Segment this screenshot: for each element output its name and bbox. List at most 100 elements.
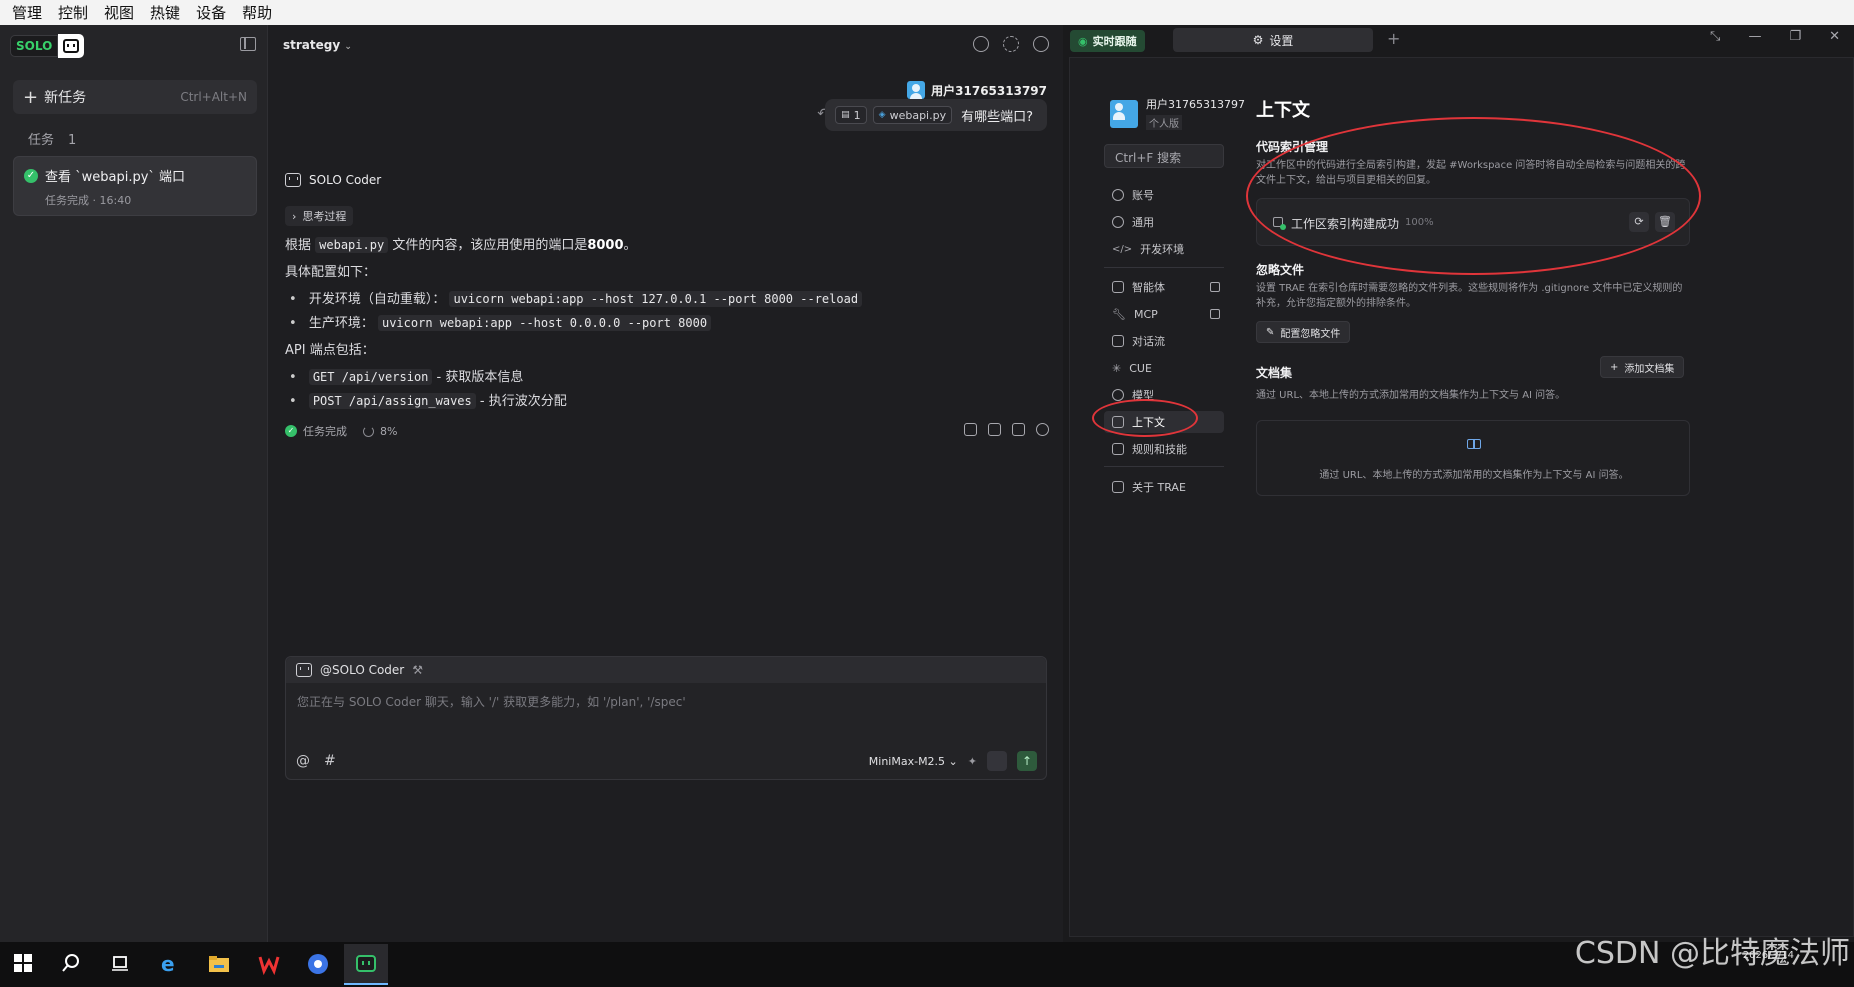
tab-live-follow[interactable]: ◉ 实时跟随 bbox=[1070, 30, 1145, 52]
right-pane: ◉ 实时跟随 ⚙ 设置 + ⤡ — ❐ ✕ 用户31765313797 个人版 bbox=[1063, 25, 1854, 942]
file-chip-label: webapi.py bbox=[889, 108, 947, 122]
model-selector[interactable]: MiniMax-M2.5 ⌄ bbox=[869, 755, 958, 768]
external-link-icon bbox=[1210, 282, 1220, 292]
task-item[interactable]: ✓ 查看 `webapi.py` 端口 任务完成 · 16:40 bbox=[13, 156, 257, 216]
settings-panel: 用户31765313797 个人版 Ctrl+F 搜索 账号 通用 </> 开发环… bbox=[1069, 57, 1854, 937]
tasks-label: 任务 bbox=[28, 133, 55, 148]
solo-logo-icon bbox=[58, 34, 85, 58]
context-count: 1 bbox=[853, 108, 861, 122]
nav-conversation-flow[interactable]: 对话流 bbox=[1104, 330, 1224, 352]
nav-general[interactable]: 通用 bbox=[1104, 211, 1224, 233]
message-actions bbox=[964, 423, 1049, 436]
trae-taskbar-button[interactable] bbox=[344, 944, 388, 985]
nav-rules-skills[interactable]: 规则和技能 bbox=[1104, 438, 1224, 460]
menu-manage[interactable]: 管理 bbox=[12, 2, 42, 23]
task-sidebar: SOLO + 新任务 Ctrl+Alt+N 任务 1 ✓ 查看 `webapi.p… bbox=[0, 25, 268, 942]
progress-ring-icon bbox=[363, 425, 374, 437]
tab-settings-label: 设置 bbox=[1269, 33, 1294, 48]
file-explorer-icon[interactable] bbox=[208, 953, 230, 975]
message-input[interactable]: 您正在与 SOLO Coder 聊天，输入 '/' 获取更多能力，如 '/pla… bbox=[297, 693, 686, 710]
file-chip[interactable]: ◈ webapi.py bbox=[872, 106, 953, 124]
add-docs-button[interactable]: + 添加文档集 bbox=[1600, 356, 1685, 378]
svg-text:e: e bbox=[161, 953, 175, 975]
settings-user: 用户31765313797 个人版 bbox=[1110, 96, 1245, 131]
account-icon bbox=[1112, 189, 1124, 201]
project-name: strategy bbox=[283, 38, 341, 52]
config-heading: 具体配置如下： bbox=[285, 265, 377, 280]
port-value: 8000 bbox=[587, 238, 624, 253]
api-desc: - 执行波次分配 bbox=[479, 394, 567, 409]
thinking-toggle[interactable]: › 思考过程 bbox=[285, 206, 354, 226]
thumbs-down-icon[interactable] bbox=[988, 423, 1001, 436]
solo-coder-icon bbox=[285, 173, 301, 187]
add-tab-icon[interactable]: + bbox=[1387, 29, 1400, 48]
task-title: 查看 `webapi.py` 端口 bbox=[45, 170, 186, 185]
nav-about[interactable]: 关于 TRAE bbox=[1104, 476, 1224, 498]
nav-agents[interactable]: 智能体 bbox=[1104, 276, 1224, 298]
file-list-icon: ▤ bbox=[841, 110, 850, 120]
annotation-circle-index bbox=[1246, 117, 1701, 275]
new-chat-icon[interactable] bbox=[973, 36, 989, 52]
ie-browser-icon[interactable]: e bbox=[158, 952, 180, 976]
tasks-count: 1 bbox=[68, 133, 77, 148]
menu-device[interactable]: 设备 bbox=[196, 2, 226, 23]
nav-divider bbox=[1104, 267, 1224, 268]
gear-icon: ⚙ bbox=[1252, 33, 1264, 47]
restore-icon[interactable]: ❐ bbox=[1789, 29, 1801, 44]
configure-ignore-button[interactable]: ✎ 配置忽略文件 bbox=[1256, 321, 1351, 343]
menu-view[interactable]: 视图 bbox=[104, 2, 134, 23]
mention-button[interactable]: @ bbox=[296, 753, 310, 769]
settings-search-input[interactable]: Ctrl+F 搜索 bbox=[1104, 144, 1224, 168]
answer-text: 根据 bbox=[285, 238, 312, 253]
new-task-button[interactable]: + 新任务 Ctrl+Alt+N bbox=[13, 80, 257, 114]
status-done: 任务完成 bbox=[303, 425, 347, 438]
nav-mcp[interactable]: 🔧︎ MCP bbox=[1104, 303, 1224, 325]
wrench-icon: 🔧︎ bbox=[1112, 307, 1126, 321]
task-view-icon[interactable] bbox=[110, 953, 132, 975]
sidebar-toggle-icon[interactable] bbox=[240, 37, 256, 51]
collapse-icon[interactable]: ⤡ bbox=[1710, 29, 1720, 44]
refresh-icon[interactable] bbox=[1036, 423, 1049, 436]
nav-account[interactable]: 账号 bbox=[1104, 184, 1224, 206]
gear-icon[interactable] bbox=[1003, 36, 1019, 52]
settings-user-tier: 个人版 bbox=[1146, 115, 1182, 130]
menu-hotkey[interactable]: 热键 bbox=[150, 2, 180, 23]
nav-cue[interactable]: ✳ CUE bbox=[1104, 357, 1224, 379]
nav-label: 关于 TRAE bbox=[1132, 481, 1186, 494]
nav-dev-env[interactable]: </> 开发环境 bbox=[1104, 238, 1224, 260]
answer-text: 。 bbox=[623, 238, 637, 253]
menu-help[interactable]: 帮助 bbox=[242, 2, 272, 23]
list-item: POST /api/assign_waves - 执行波次分配 bbox=[289, 390, 567, 409]
context-count-chip[interactable]: ▤ 1 bbox=[835, 106, 867, 124]
prod-label: 生产环境： bbox=[308, 316, 374, 331]
plus-icon: + bbox=[23, 86, 39, 108]
send-button[interactable]: ↑ bbox=[1017, 751, 1037, 771]
code-icon: </> bbox=[1112, 243, 1133, 255]
tab-settings[interactable]: ⚙ 设置 bbox=[1173, 28, 1373, 52]
hash-button[interactable]: # bbox=[324, 753, 336, 769]
user-message-header: 用户31765313797 bbox=[907, 81, 1047, 99]
thumbs-up-icon[interactable] bbox=[964, 423, 977, 436]
windows-start-icon[interactable] bbox=[13, 953, 35, 975]
switch-agent-icon[interactable]: ⚒ bbox=[412, 663, 423, 677]
user-name: 用户31765313797 bbox=[931, 83, 1047, 98]
dev-label: 开发环境（自动重载）： bbox=[308, 292, 446, 307]
project-selector[interactable]: strategy ⌄ bbox=[283, 38, 352, 52]
copy-icon[interactable] bbox=[1012, 423, 1025, 436]
mic-icon[interactable] bbox=[987, 751, 1007, 771]
minimize-icon[interactable]: — bbox=[1748, 29, 1761, 44]
search-icon[interactable] bbox=[61, 953, 83, 975]
chat-panel: strategy ⌄ 用户31765313797 ↶ ▤ 1 ◈ webapi.py… bbox=[269, 25, 1061, 942]
menu-control[interactable]: 控制 bbox=[58, 2, 88, 23]
nav-label: MCP bbox=[1133, 307, 1158, 321]
wps-icon[interactable] bbox=[258, 953, 280, 976]
plus-icon: + bbox=[1610, 361, 1619, 373]
browser-icon[interactable] bbox=[307, 953, 329, 975]
account-icon[interactable] bbox=[1033, 36, 1049, 52]
close-icon[interactable]: ✕ bbox=[1829, 29, 1840, 44]
dev-command: uvicorn webapi:app --host 127.0.0.1 --po… bbox=[449, 291, 863, 307]
task-subtitle: 任务完成 · 16:40 bbox=[45, 194, 132, 207]
sparkle-icon[interactable]: ✦ bbox=[968, 755, 977, 768]
status-progress: 8% bbox=[380, 424, 398, 438]
user-message: ▤ 1 ◈ webapi.py 有哪些端口? bbox=[825, 99, 1047, 131]
